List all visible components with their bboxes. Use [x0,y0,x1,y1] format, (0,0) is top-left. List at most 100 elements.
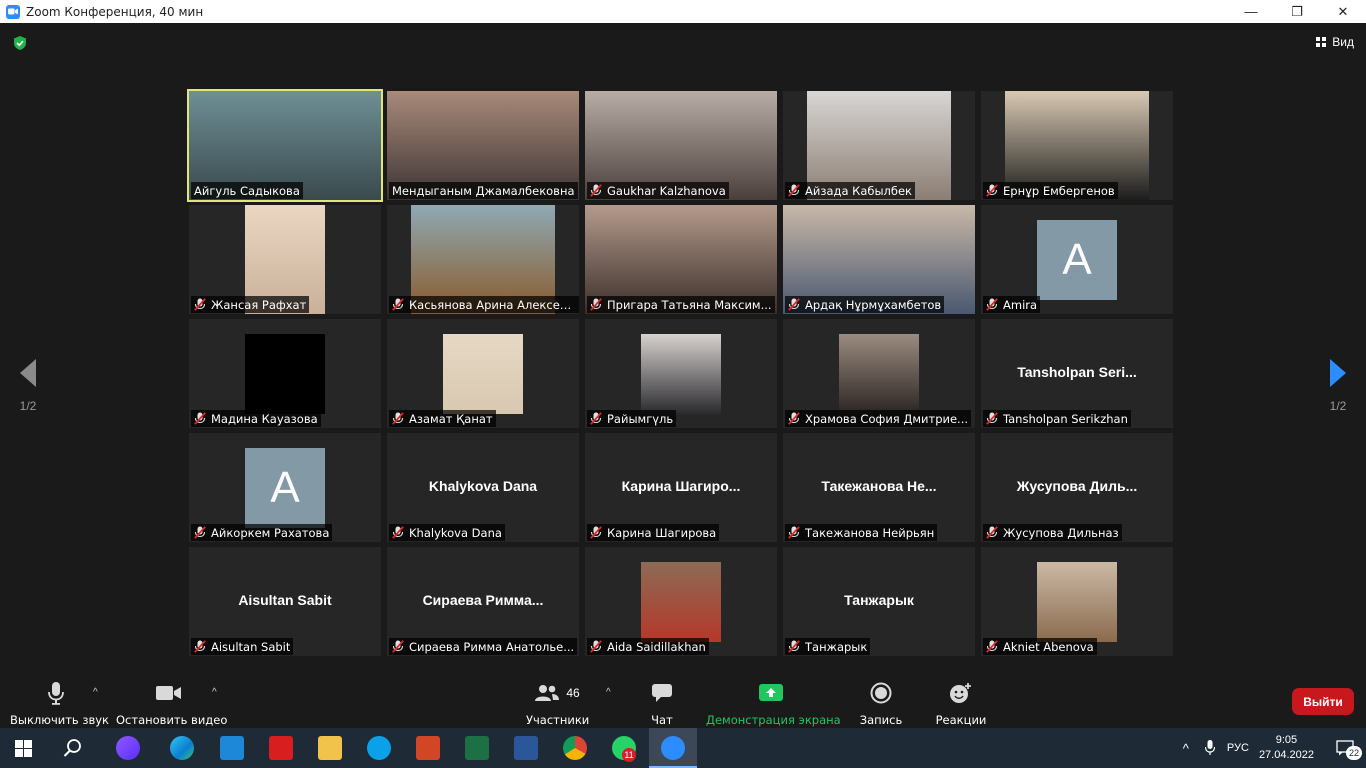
participant-tile[interactable]: A Айкоркем Рахатова [189,433,381,542]
chat-label: Чат [651,713,673,727]
audio-options-chevron-up-icon[interactable]: ^ [93,687,98,698]
participant-tile[interactable]: Мендыганым Джамалбековна [387,91,579,200]
participant-name: Айкоркем Рахатова [211,525,330,540]
muted-microphone-icon [194,412,206,425]
participant-video [641,562,721,642]
participant-tile[interactable]: Такежанова Не... Такежанова Нейрьян [783,433,975,542]
participant-name: Райымгүль [607,411,674,426]
participant-name-bar: Aida Saidillakhan [587,638,709,655]
participant-name-bar: Айгуль Садыкова [191,182,303,199]
word-icon[interactable] [514,736,538,760]
excel-icon[interactable] [465,736,489,760]
participant-name: Айзада Кабылбек [805,183,913,198]
clock-date: 27.04.2022 [1258,749,1314,761]
alice-assistant-icon[interactable] [116,736,140,760]
mail-icon[interactable] [220,736,244,760]
participant-tile[interactable]: Азамат Қанат [387,319,579,428]
record-label: Запись [859,713,903,727]
participant-tile[interactable]: Сираева Римма... Сираева Римма Анатолье..… [387,547,579,656]
language-indicator[interactable]: РУС [1227,742,1249,754]
reactions-button[interactable]: Реакции [934,681,988,727]
participant-tile[interactable]: A Amira [981,205,1173,314]
participant-tile[interactable]: Айгуль Садыкова [187,89,383,202]
share-screen-button[interactable]: Демонстрация экрана [706,681,841,727]
participant-tile[interactable]: Айзада Кабылбек [783,91,975,200]
muted-microphone-icon [392,526,404,539]
participant-display-name: Tansholpan Seri... [1017,364,1137,380]
stop-video-button[interactable]: Остановить видео [116,681,227,727]
chat-icon [642,681,682,705]
powerpoint-icon[interactable] [416,736,440,760]
chrome-icon[interactable] [563,736,587,760]
whatsapp-unread-badge: 11 [622,748,636,762]
participant-tile[interactable]: Пригара Татьяна Максим... [585,205,777,314]
encryption-shield-icon[interactable] [12,35,28,51]
participants-button[interactable]: 46 Участники [526,681,589,727]
participant-tile[interactable]: Храмова София Дмитрие... [783,319,975,428]
participant-name: Gaukhar Kalzhanova [607,183,726,198]
participant-name-bar: Айкоркем Рахатова [191,524,333,541]
chat-button[interactable]: Чат [642,681,682,727]
mute-button[interactable]: Выключить звук [10,681,109,727]
participant-tile[interactable]: Aida Saidillakhan [585,547,777,656]
minimize-button[interactable]: — [1228,0,1274,23]
muted-microphone-icon [590,184,602,197]
reactions-label: Реакции [935,713,987,727]
next-page-button[interactable]: 1/2 [1318,359,1358,413]
participant-tile[interactable]: Akniet Abenova [981,547,1173,656]
participant-tile[interactable]: Карина Шагиро... Карина Шагирова [585,433,777,542]
muted-microphone-icon [986,184,998,197]
participant-video [1037,562,1117,642]
participant-name-bar: Храмова София Дмитрие... [785,410,972,427]
participants-options-chevron-up-icon[interactable]: ^ [606,687,611,698]
participant-display-name: Карина Шагиро... [621,478,741,494]
taskbar-clock[interactable]: 9:05 27.04.2022 [1259,733,1314,763]
participant-tile[interactable]: Aisultan Sabit Aisultan Sabit [189,547,381,656]
microphone-icon [10,681,102,705]
participant-tile[interactable]: Мадина Кауазова [189,319,381,428]
microphone-tray-icon[interactable] [1204,740,1215,756]
participant-display-name: Aisultan Sabit [238,592,332,608]
skype-icon[interactable] [367,736,391,760]
video-options-chevron-up-icon[interactable]: ^ [212,687,217,698]
participant-name-bar: Жансая Рафхат [191,296,310,313]
participant-name: Храмова София Дмитрие... [805,411,969,426]
view-button[interactable]: Вид [1316,35,1354,49]
participant-tile[interactable]: Жансая Рафхат [189,205,381,314]
edge-browser-icon[interactable] [170,736,194,760]
participants-count: 46 [566,686,580,700]
muted-microphone-icon [986,526,998,539]
participant-tile[interactable]: Танжарык Танжарык [783,547,975,656]
leave-meeting-button[interactable]: Выйти [1292,688,1354,715]
participant-name-bar: Райымгүль [587,410,677,427]
participant-tile[interactable]: Ардақ Нұрмұхамбетов [783,205,975,314]
window-title: Zoom Конференция, 40 мин [26,4,204,19]
previous-page-button[interactable]: 1/2 [8,359,48,413]
participant-name-bar: Жусупова Дильназ [983,524,1122,541]
participant-name: Карина Шагирова [607,525,717,540]
close-button[interactable]: ✕ [1320,0,1366,23]
video-camera-icon [116,681,222,705]
file-explorer-icon[interactable] [318,736,342,760]
participant-tile[interactable]: Gaukhar Kalzhanova [585,91,777,200]
record-button[interactable]: Запись [856,681,906,727]
participant-tile[interactable]: Жусупова Диль... Жусупова Дильназ [981,433,1173,542]
acrobat-icon[interactable] [269,736,293,760]
participant-tile[interactable]: Khalykova Dana Khalykova Dana [387,433,579,542]
participant-tile[interactable]: Ернұр Ембергенов [981,91,1173,200]
search-icon[interactable] [63,738,83,758]
participant-tile[interactable]: Tansholpan Seri... Tansholpan Serikzhan [981,319,1173,428]
muted-microphone-icon [788,184,800,197]
participant-name-bar: Айзада Кабылбек [785,182,916,199]
notification-count: 22 [1346,746,1362,760]
share-screen-label: Демонстрация экрана [706,713,841,727]
participant-tile[interactable]: Райымгүль [585,319,777,428]
show-hidden-icons-chevron-icon[interactable]: ^ [1183,741,1189,756]
participant-tile[interactable]: Касьянова Арина Алексее... [387,205,579,314]
participant-name: Такежанова Нейрьян [805,525,935,540]
notifications-button[interactable]: 22 [1326,728,1366,768]
windows-start-icon[interactable] [15,740,32,757]
muted-microphone-icon [194,526,206,539]
restore-button[interactable]: ❐ [1274,0,1320,23]
muted-microphone-icon [788,526,800,539]
